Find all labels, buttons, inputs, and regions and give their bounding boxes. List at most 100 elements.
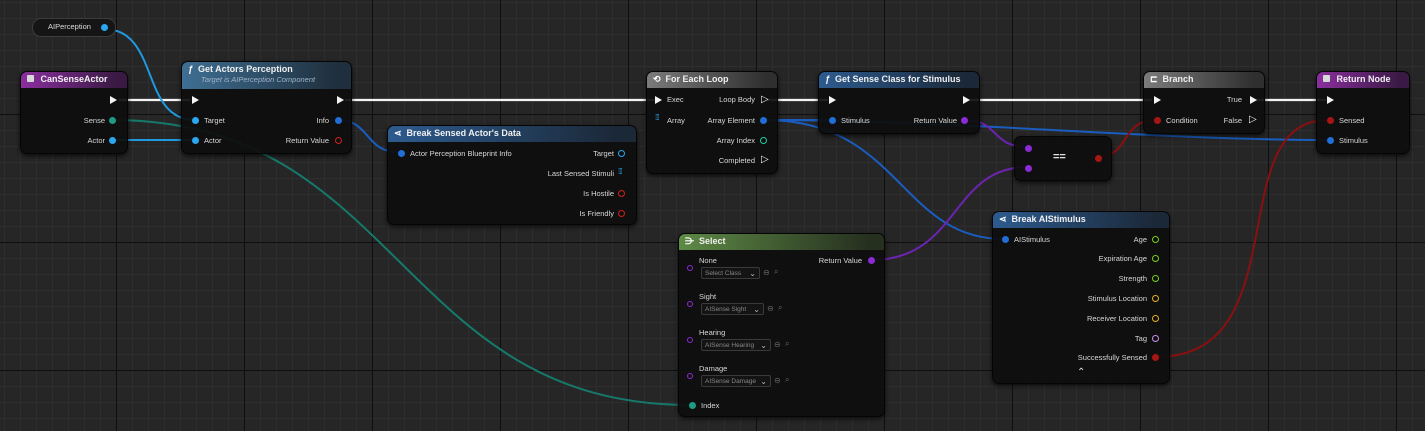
option-none-class-dropdown[interactable]: Select Class ⌄ (701, 267, 760, 279)
get-actors-perception-title: Get Actors Perception (198, 64, 293, 74)
array-element-output-pin[interactable] (760, 117, 767, 124)
false-label: False (1223, 116, 1242, 125)
option-hearing-value: AISense Hearing (705, 342, 755, 349)
sensed-wire (1155, 119, 1329, 358)
for-each-loop-node[interactable]: ⟲ For Each Loop Exec Loop Body ▷ ⁞⁞⁞ Arra… (646, 71, 778, 174)
perception-info-input-pin[interactable] (398, 150, 405, 157)
actor-output-pin[interactable] (109, 137, 116, 144)
return-value-output-pin[interactable] (868, 257, 875, 264)
branch-header: ⊏ Branch (1144, 72, 1264, 88)
false-exec-output-pin[interactable]: ▷ (1249, 115, 1257, 125)
break-sensed-actors-data-node[interactable]: ⋖ Break Sensed Actor's Data Actor Percept… (387, 125, 637, 225)
use-selected-icon[interactable]: ⊖ (774, 340, 781, 349)
equals-operator-label: == (1053, 151, 1066, 163)
expiration-age-output-pin[interactable] (1152, 255, 1159, 262)
tag-label: Tag (1134, 334, 1147, 343)
info-output-pin[interactable] (335, 117, 342, 124)
target-output-pin[interactable] (618, 150, 625, 157)
exec-input-pin[interactable] (829, 96, 836, 104)
option-none-value: Select Class (705, 270, 742, 277)
completed-output-pin[interactable]: ▷ (761, 155, 769, 165)
successfully-sensed-output-pin[interactable] (1152, 354, 1159, 361)
loop-icon: ⟲ (653, 74, 661, 84)
equals-b-input-pin[interactable] (1025, 165, 1032, 172)
break-struct-icon: ⋖ (999, 214, 1007, 224)
exec-input-pin[interactable] (192, 96, 199, 104)
option-sight-class-dropdown[interactable]: AISense Sight ⌄ (701, 303, 764, 315)
loop-body-output-pin[interactable]: ▷ (761, 95, 769, 105)
strength-output-pin[interactable] (1152, 275, 1159, 282)
return-value-label: Return Value (913, 116, 957, 125)
return-icon (1323, 75, 1330, 82)
tag-output-pin[interactable] (1152, 335, 1159, 342)
condition-input-pin[interactable] (1154, 117, 1161, 124)
aistimulus-input-pin[interactable] (1002, 236, 1009, 243)
can-sense-actor-node[interactable]: CanSenseActor Sense Actor (20, 71, 128, 154)
stimulus-input-pin[interactable] (1327, 137, 1334, 144)
aiperception-variable-node[interactable]: AIPerception (32, 18, 116, 37)
collapse-chevron-up-icon[interactable]: ⌃ (1077, 368, 1085, 378)
actor-label: Actor (204, 136, 222, 145)
return-value-output-pin[interactable] (961, 117, 968, 124)
break-aistimulus-node[interactable]: ⋖ Break AIStimulus AIStimulus Age Expirat… (992, 211, 1170, 384)
use-selected-icon[interactable]: ⊖ (767, 304, 774, 313)
exec-output-pin[interactable] (337, 96, 344, 104)
stimulus-label: Stimulus (1339, 136, 1368, 145)
exec-input-pin[interactable] (1327, 96, 1334, 104)
use-selected-icon[interactable]: ⊖ (763, 268, 770, 277)
equals-node[interactable]: == (1014, 136, 1112, 181)
is-hostile-output-pin[interactable] (618, 190, 625, 197)
is-friendly-output-pin[interactable] (618, 210, 625, 217)
exec-label: Exec (667, 95, 684, 104)
get-sense-class-title: Get Sense Class for Stimulus (835, 74, 961, 84)
option-damage-class-dropdown[interactable]: AISense Damage ⌄ (701, 375, 771, 387)
browse-search-icon[interactable]: ⌕ (785, 375, 789, 385)
function-icon: ƒ (188, 64, 194, 74)
info-label: Info (316, 116, 329, 125)
select-node[interactable]: ⋺ Select Return Value None Select Class ⌄ … (678, 233, 885, 417)
perception-info-label: Actor Perception Blueprint Info (410, 149, 512, 158)
equals-result-output-pin[interactable] (1095, 155, 1102, 162)
sense-output-pin[interactable] (109, 117, 116, 124)
exec-input-pin[interactable] (1154, 96, 1161, 104)
age-label: Age (1133, 235, 1147, 244)
browse-search-icon[interactable]: ⌕ (785, 339, 789, 349)
option-sight-input-pin[interactable] (687, 301, 693, 307)
aiperception-output-pin[interactable] (101, 24, 108, 31)
can-sense-actor-header: CanSenseActor (21, 72, 127, 88)
sensed-input-pin[interactable] (1327, 117, 1334, 124)
option-hearing-input-pin[interactable] (687, 337, 693, 343)
browse-search-icon[interactable]: ⌕ (778, 303, 782, 313)
return-node[interactable]: Return Node Sensed Stimulus (1316, 71, 1410, 154)
array-input-pin[interactable]: ⁞⁞⁞ (655, 113, 660, 122)
successfully-sensed-label: Successfully Sensed (1077, 353, 1147, 362)
get-sense-class-node[interactable]: ƒ Get Sense Class for Stimulus Stimulus R… (818, 71, 980, 134)
receiver-location-output-pin[interactable] (1152, 315, 1159, 322)
aistimulus-label: AIStimulus (1014, 235, 1050, 244)
actor-input-pin[interactable] (192, 137, 199, 144)
array-pin-icon[interactable]: ⁞⁞⁞ (618, 167, 623, 176)
stimulus-location-output-pin[interactable] (1152, 295, 1159, 302)
option-none-input-pin[interactable] (687, 265, 693, 271)
get-actors-perception-subtitle: Target is AIPerception Component (201, 75, 316, 84)
true-exec-output-pin[interactable] (1250, 96, 1257, 104)
exec-input-pin[interactable] (655, 96, 662, 104)
return-value-output-pin[interactable] (335, 137, 342, 144)
get-actors-perception-node[interactable]: ƒ Get Actors Perception Target is AIPerce… (181, 61, 352, 154)
age-output-pin[interactable] (1152, 236, 1159, 243)
exec-output-pin[interactable] (110, 96, 117, 104)
use-selected-icon[interactable]: ⊖ (774, 376, 781, 385)
actor-label: Actor (87, 136, 105, 145)
option-damage-input-pin[interactable] (687, 373, 693, 379)
select-icon: ⋺ (685, 236, 694, 246)
target-input-pin[interactable] (192, 117, 199, 124)
option-hearing-class-dropdown[interactable]: AISense Hearing ⌄ (701, 339, 771, 351)
chevron-down-icon: ⌄ (760, 377, 767, 386)
branch-node[interactable]: ⊏ Branch True Condition False ▷ (1143, 71, 1265, 134)
index-input-pin[interactable] (689, 402, 696, 409)
equals-a-input-pin[interactable] (1025, 145, 1032, 152)
browse-search-icon[interactable]: ⌕ (774, 267, 778, 277)
exec-output-pin[interactable] (963, 96, 970, 104)
stimulus-input-pin[interactable] (829, 117, 836, 124)
array-index-output-pin[interactable] (760, 137, 767, 144)
